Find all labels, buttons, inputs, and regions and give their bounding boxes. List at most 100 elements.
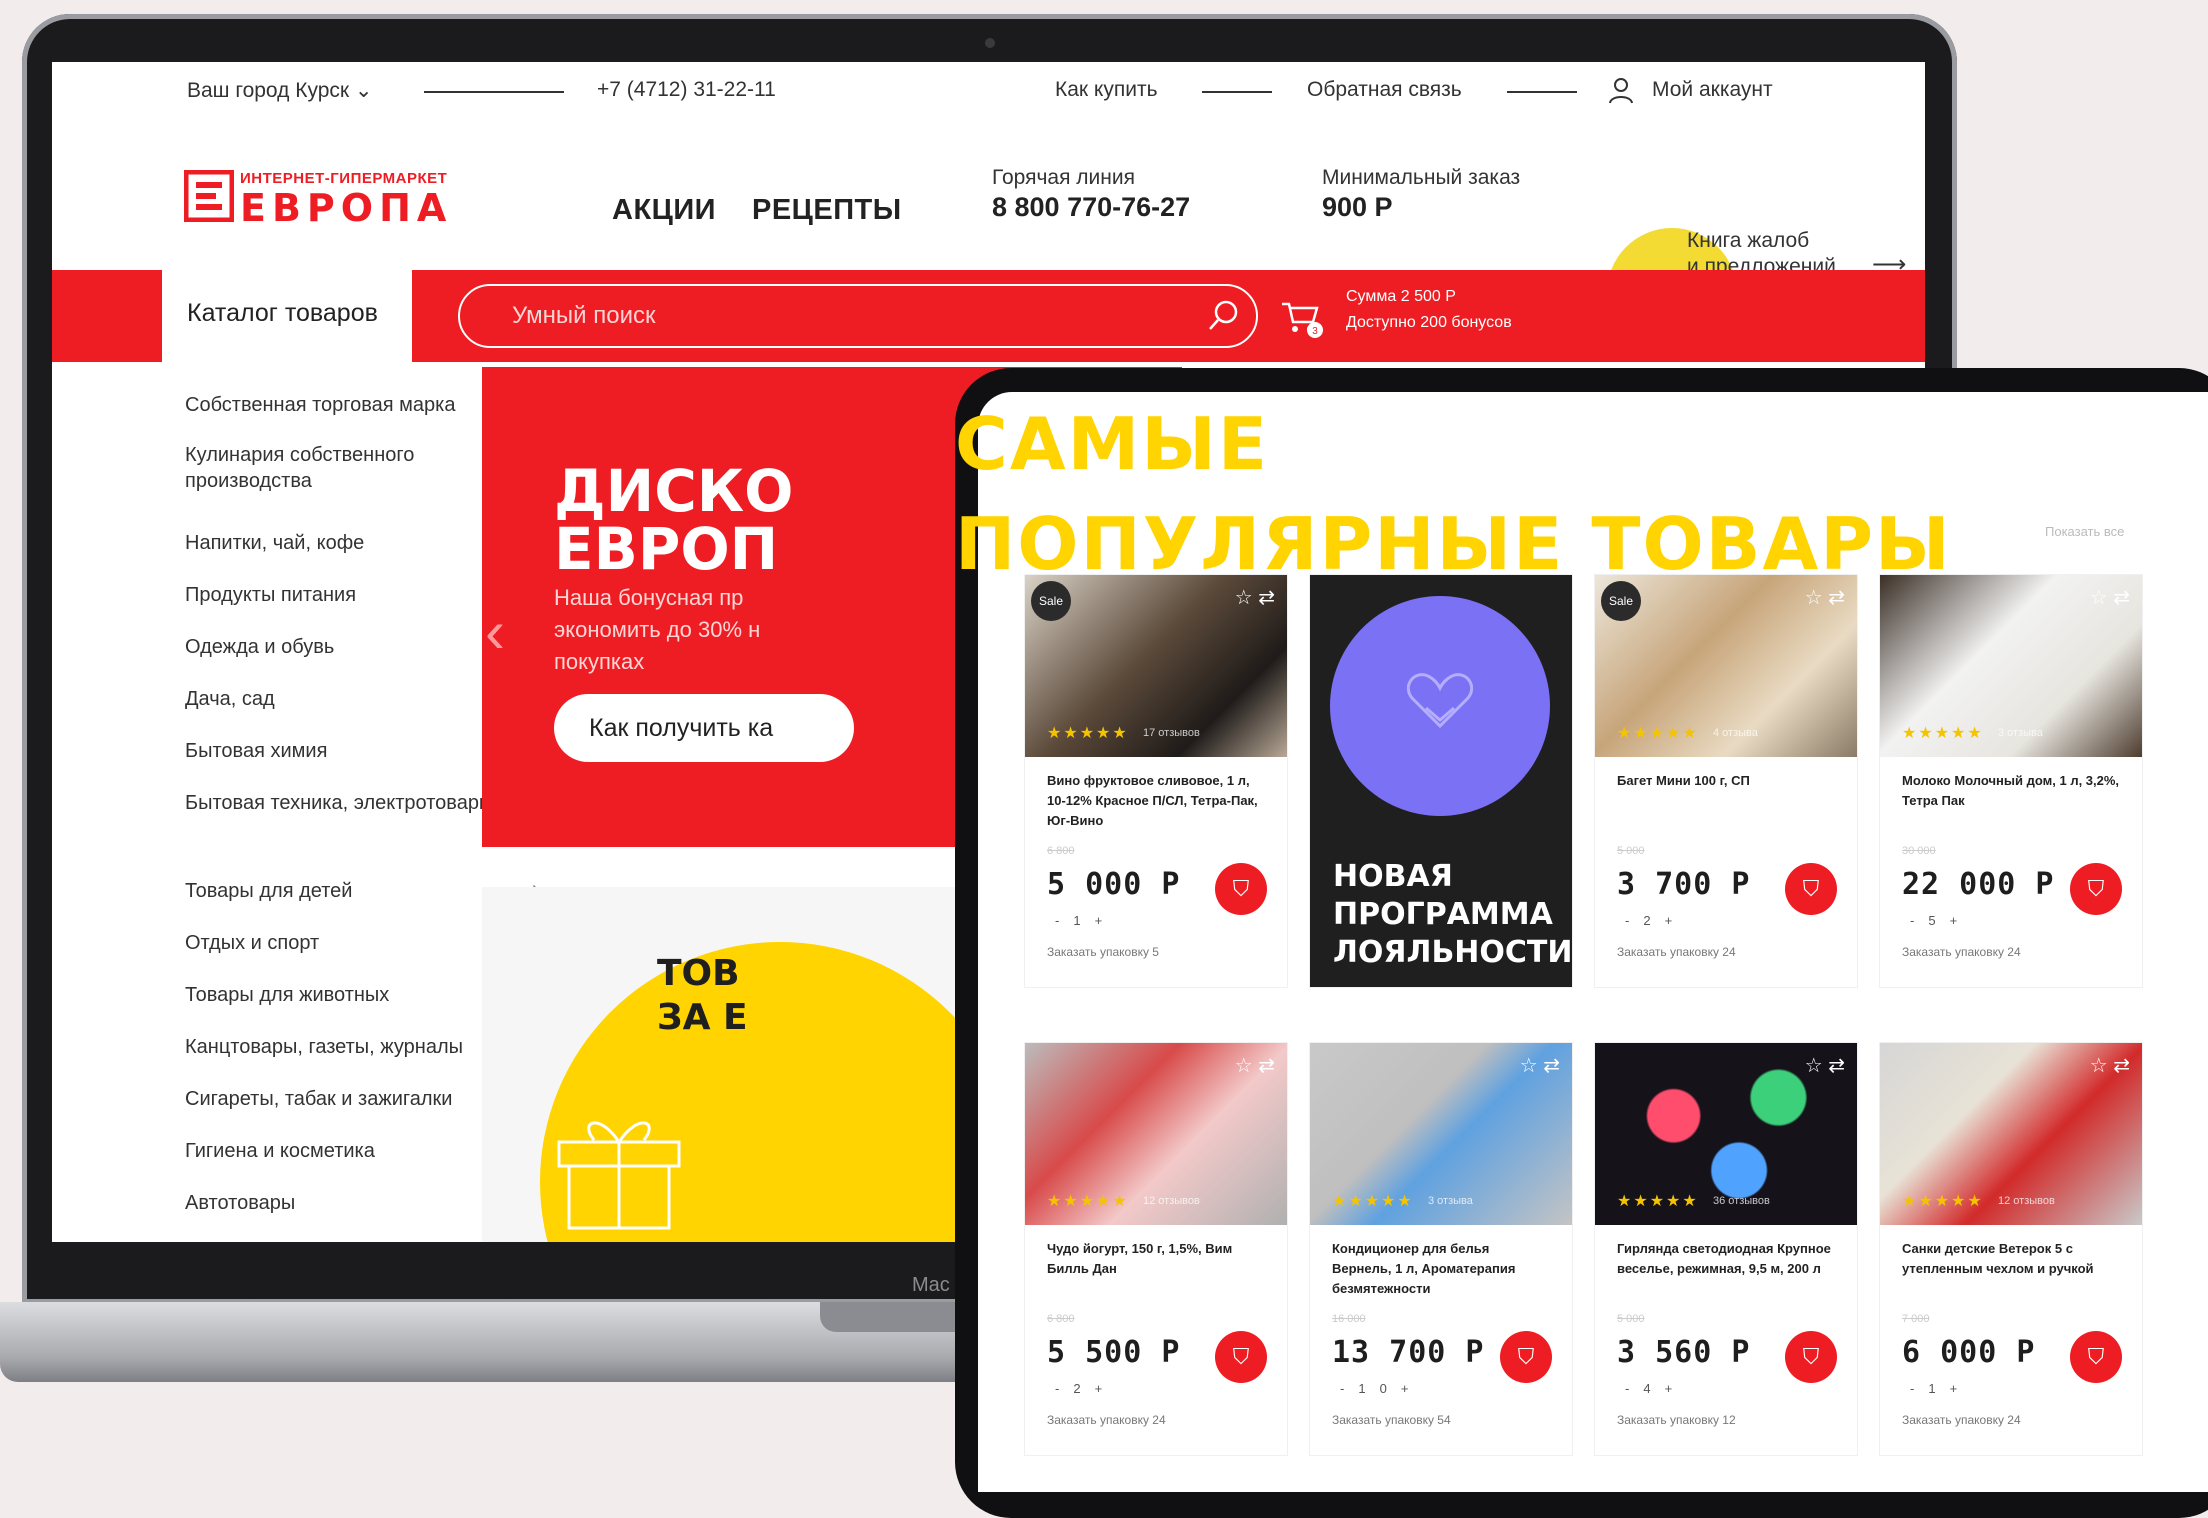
catalog-item[interactable]: Отдых и спорт: [185, 930, 515, 956]
add-to-cart-button[interactable]: ⛉: [1785, 1331, 1837, 1383]
nav-recipes[interactable]: РЕЦЕПТЫ: [752, 194, 902, 227]
product-card[interactable]: ☆ ⇄ ★★★★★ 12 отзывов Чудо йогурт, 150 г,…: [1025, 1043, 1287, 1455]
catalog-item[interactable]: Сигареты, табак и зажигалки: [185, 1086, 515, 1112]
rating-stars: ★★★★★: [1617, 725, 1699, 742]
banner-button-label[interactable]: Как получить ка: [589, 714, 773, 743]
quantity-stepper[interactable]: -2+: [1055, 1381, 1116, 1396]
popular-title-line1: САМЫЕ: [955, 402, 1269, 486]
product-card[interactable]: Sale ☆ ⇄ ★★★★★ 4 отзыва Багет Мини 100 г…: [1595, 575, 1857, 987]
feedback-link[interactable]: Обратная связь: [1307, 78, 1462, 102]
product-name[interactable]: Чудо йогурт, 150 г, 1,5%, Вим Билль Дан: [1047, 1239, 1267, 1279]
order-pack-link[interactable]: Заказать упаковку 5: [1047, 945, 1159, 959]
add-to-cart-button[interactable]: ⛉: [1215, 1331, 1267, 1383]
favorite-icon[interactable]: ☆ ⇄: [1520, 1053, 1560, 1078]
logo[interactable]: ИНТЕРНЕТ-ГИПЕРМАРКЕТ ЕВРОПА: [184, 170, 474, 232]
add-to-cart-button[interactable]: ⛉: [2070, 1331, 2122, 1383]
quantity-stepper[interactable]: -1+: [1910, 1381, 1971, 1396]
order-pack-link[interactable]: Заказать упаковку 24: [1617, 945, 1736, 959]
quantity-stepper[interactable]: -2+: [1625, 913, 1686, 928]
favorite-icon[interactable]: ☆ ⇄: [2090, 1053, 2130, 1078]
phone-link[interactable]: +7 (4712) 31-22-11: [597, 78, 776, 102]
catalog-item[interactable]: Кулинария собственного производства: [185, 442, 515, 494]
product-name[interactable]: Санки детские Ветерок 5 с утепленным чех…: [1902, 1239, 2122, 1279]
banner-text: Наша бонусная пр экономить до 30% н поку…: [554, 585, 761, 674]
divider: [424, 91, 564, 93]
how-to-buy-link[interactable]: Как купить: [1055, 78, 1158, 102]
heart-icon: [1406, 673, 1474, 729]
catalog-item[interactable]: Дача, сад: [185, 686, 515, 712]
favorite-icon[interactable]: ☆ ⇄: [1805, 1053, 1845, 1078]
nav-promotions[interactable]: АКЦИИ: [612, 194, 716, 227]
product-card[interactable]: ☆ ⇄ ★★★★★ 3 отзыва Кондиционер для белья…: [1310, 1043, 1572, 1455]
reviews-count[interactable]: 3 отзыва: [1428, 1195, 1473, 1207]
old-price: 6 800: [1047, 1313, 1075, 1325]
order-pack-link[interactable]: Заказать упаковку 24: [1047, 1413, 1166, 1427]
min-order-label: Минимальный заказ: [1322, 166, 1521, 189]
favorite-icon[interactable]: ☆ ⇄: [1235, 585, 1275, 610]
catalog-item[interactable]: Товары для животных: [185, 982, 515, 1008]
add-to-cart-button[interactable]: ⛉: [2070, 863, 2122, 915]
search-placeholder[interactable]: Умный поиск: [512, 302, 656, 330]
order-pack-link[interactable]: Заказать упаковку 12: [1617, 1413, 1736, 1427]
order-pack-link[interactable]: Заказать упаковку 54: [1332, 1413, 1451, 1427]
logo-mark-icon: [184, 170, 234, 222]
rating-stars: ★★★★★: [1902, 1193, 1984, 1210]
product-name[interactable]: Вино фруктовое сливовое, 1 л, 10-12% Кра…: [1047, 771, 1267, 831]
product-name[interactable]: Гирлянда светодиодная Крупное веселье, р…: [1617, 1239, 1837, 1279]
product-name[interactable]: Багет Мини 100 г, СП: [1617, 771, 1837, 791]
catalog-item[interactable]: Одежда и обувь: [185, 634, 515, 660]
catalog-item[interactable]: Напитки, чай, кофе: [185, 530, 515, 556]
catalog-item[interactable]: Собственная торговая марка: [185, 392, 515, 418]
show-all-link[interactable]: Показать все: [2045, 524, 2124, 539]
reviews-count[interactable]: 12 отзывов: [1998, 1195, 2055, 1207]
cart-sum[interactable]: Сумма 2 500 Р: [1346, 288, 1456, 306]
rating-stars: ★★★★★: [1047, 1193, 1129, 1210]
favorite-icon[interactable]: ☆ ⇄: [1805, 585, 1845, 610]
loyalty-title: НОВАЯ ПРОГРАММА ЛОЯЛЬНОСТИ: [1333, 859, 1573, 970]
catalog-item[interactable]: Бытовая химия: [185, 738, 515, 764]
product-card[interactable]: ☆ ⇄ ★★★★★ 3 отзыва Молоко Молочный дом, …: [1880, 575, 2142, 987]
user-icon[interactable]: [1608, 76, 1634, 104]
catalog-item[interactable]: Гигиена и косметика: [185, 1138, 515, 1164]
old-price: 6 800: [1047, 845, 1075, 857]
account-link[interactable]: Мой аккаунт: [1652, 78, 1773, 102]
min-order-value: 900 Р: [1322, 192, 1393, 222]
quantity-stepper[interactable]: -10+: [1340, 1381, 1422, 1396]
catalog-item[interactable]: Бытовая техника, электротовары: [185, 790, 515, 816]
favorite-icon[interactable]: ☆ ⇄: [2090, 585, 2130, 610]
quantity-stepper[interactable]: -5+: [1910, 913, 1971, 928]
quantity-value: 5: [1928, 913, 1950, 928]
catalog-item[interactable]: Автотовары: [185, 1190, 515, 1216]
product-name[interactable]: Кондиционер для белья Вернель, 1 л, Аром…: [1332, 1239, 1552, 1299]
catalog-item[interactable]: Продукты питания: [185, 582, 515, 608]
order-pack-link[interactable]: Заказать упаковку 24: [1902, 1413, 2021, 1427]
reviews-count[interactable]: 3 отзыва: [1998, 727, 2043, 739]
reviews-count[interactable]: 4 отзыва: [1713, 727, 1758, 739]
product-name[interactable]: Молоко Молочный дом, 1 л, 3,2%, Тетра Па…: [1902, 771, 2122, 811]
quantity-stepper[interactable]: -4+: [1625, 1381, 1686, 1396]
order-pack-link[interactable]: Заказать упаковку 24: [1902, 945, 2021, 959]
add-to-cart-button[interactable]: ⛉: [1500, 1331, 1552, 1383]
chevron-left-icon[interactable]: ‹: [485, 597, 505, 666]
product-card[interactable]: ☆ ⇄ ★★★★★ 36 отзывов Гирлянда светодиодн…: [1595, 1043, 1857, 1455]
catalog-item[interactable]: Канцтовары, газеты, журналы: [185, 1034, 515, 1060]
catalog-item[interactable]: Товары для детей: [185, 878, 515, 904]
search-icon[interactable]: [1207, 298, 1241, 332]
hotline-value[interactable]: 8 800 770-76-27: [992, 192, 1190, 223]
reviews-count[interactable]: 36 отзывов: [1713, 1195, 1770, 1207]
sale-badge: Sale: [1601, 581, 1641, 621]
reviews-count[interactable]: 12 отзывов: [1143, 1195, 1200, 1207]
reviews-count[interactable]: 17 отзывов: [1143, 727, 1200, 739]
quantity-value: 1: [1928, 1381, 1950, 1396]
product-card[interactable]: Sale ☆ ⇄ ★★★★★ 17 отзывов Вино фруктовое…: [1025, 575, 1287, 987]
add-to-cart-button[interactable]: ⛉: [1215, 863, 1267, 915]
city-selector[interactable]: Ваш город Курск ⌄: [187, 78, 373, 103]
quantity-value: 10: [1358, 1381, 1401, 1396]
catalog-title[interactable]: Каталог товаров: [187, 299, 378, 328]
add-to-cart-button[interactable]: ⛉: [1785, 863, 1837, 915]
cart-icon[interactable]: 3: [1279, 298, 1323, 338]
favorite-icon[interactable]: ☆ ⇄: [1235, 1053, 1275, 1078]
cart-bonus: Доступно 200 бонусов: [1346, 314, 1512, 331]
product-card[interactable]: ☆ ⇄ ★★★★★ 12 отзывов Санки детские Ветер…: [1880, 1043, 2142, 1455]
quantity-stepper[interactable]: -1+: [1055, 913, 1116, 928]
